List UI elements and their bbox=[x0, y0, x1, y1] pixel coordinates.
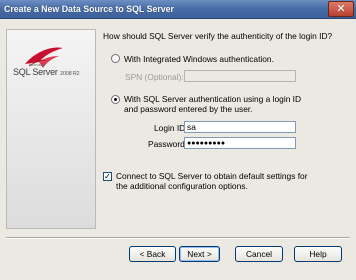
logo-version: 2008 R2 bbox=[60, 71, 80, 77]
close-button[interactable]: ✕ bbox=[328, 1, 354, 17]
cancel-button[interactable]: Cancel bbox=[235, 246, 283, 262]
connect-checkbox-label[interactable]: Connect to SQL Server to obtain default … bbox=[116, 171, 312, 191]
dialog-window: Create a New Data Source to SQL Server ✕… bbox=[0, 0, 356, 280]
sql-server-logo-panel: Microsoft SQL Server 2008 R2 bbox=[6, 29, 96, 229]
password-field[interactable] bbox=[184, 137, 296, 149]
back-button[interactable]: < Back bbox=[129, 246, 176, 262]
windows-auth-label[interactable]: With Integrated Windows authentication. bbox=[124, 54, 274, 64]
password-label: Password: bbox=[148, 139, 188, 149]
dialog-content: Microsoft SQL Server 2008 R2 How should … bbox=[0, 19, 356, 280]
login-id-field[interactable] bbox=[184, 121, 296, 133]
window-title: Create a New Data Source to SQL Server bbox=[4, 4, 174, 14]
logo-product-name: SQL Server 2008 R2 bbox=[13, 67, 80, 77]
windows-auth-radio[interactable] bbox=[111, 54, 120, 63]
button-divider bbox=[6, 237, 350, 239]
sql-auth-radio[interactable] bbox=[111, 95, 120, 104]
next-button[interactable]: Next > bbox=[179, 246, 220, 262]
login-id-label: Login ID: bbox=[154, 123, 188, 133]
logo-product-text: SQL Server bbox=[13, 67, 58, 77]
title-bar[interactable]: Create a New Data Source to SQL Server ✕ bbox=[0, 0, 356, 19]
auth-question: How should SQL Server verify the authent… bbox=[103, 31, 333, 41]
connect-checkbox[interactable]: ✓ bbox=[103, 172, 112, 181]
help-button[interactable]: Help bbox=[294, 246, 342, 262]
spn-field[interactable] bbox=[184, 70, 296, 82]
spn-label: SPN (Optional): bbox=[125, 72, 184, 82]
sql-auth-label[interactable]: With SQL Server authentication using a l… bbox=[124, 94, 310, 114]
